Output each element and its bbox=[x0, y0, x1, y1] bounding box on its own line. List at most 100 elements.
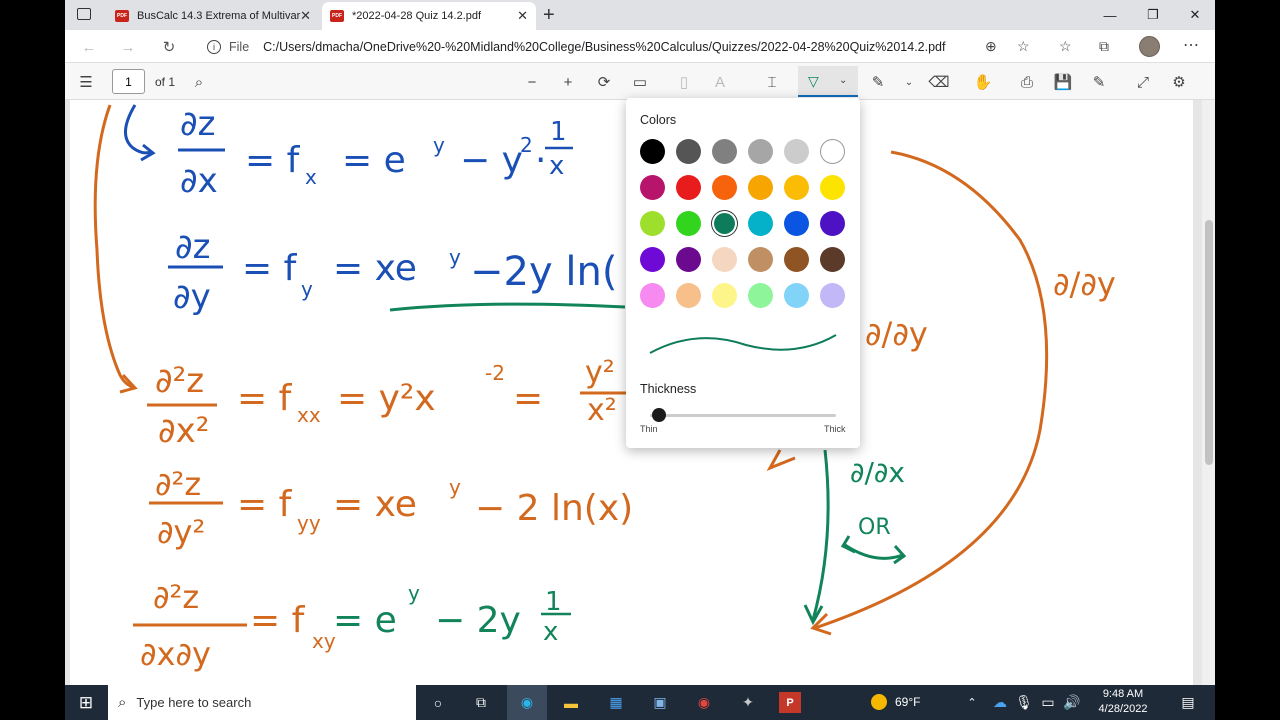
thickness-slider[interactable] bbox=[650, 414, 836, 417]
file-explorer-icon[interactable]: ▬ bbox=[560, 692, 582, 713]
tab-buscalc[interactable]: PDF BusCalc 14.3 Extrema of Multivar ✕ bbox=[107, 2, 319, 30]
file-label: File bbox=[229, 39, 250, 54]
scrollbar-thumb[interactable] bbox=[1205, 220, 1213, 465]
cortana-icon[interactable]: ○ bbox=[427, 692, 449, 713]
fit-page-icon[interactable]: ▭ bbox=[630, 72, 650, 92]
math-text: y bbox=[449, 245, 461, 269]
onedrive-icon[interactable]: ☁ bbox=[989, 692, 1011, 713]
favorites-icon[interactable]: ☆ bbox=[1059, 38, 1072, 55]
math-text: ∂x² bbox=[158, 411, 209, 451]
color-swatch[interactable] bbox=[676, 247, 701, 272]
minimize-icon[interactable]: — bbox=[1093, 4, 1127, 26]
taskbar-search[interactable]: ⌕ Type here to search bbox=[108, 685, 416, 720]
page-number-input[interactable]: 1 bbox=[112, 69, 145, 94]
touch-icon[interactable]: ✋ bbox=[973, 72, 993, 92]
color-swatch[interactable] bbox=[820, 211, 845, 236]
store-icon[interactable]: ▦ bbox=[605, 692, 627, 713]
zoom-out-icon[interactable]: − bbox=[522, 72, 542, 92]
clock[interactable]: 9:48 AM 4/28/2022 bbox=[1093, 687, 1153, 717]
color-swatch[interactable] bbox=[748, 247, 773, 272]
color-swatch[interactable] bbox=[784, 247, 809, 272]
tab-quiz[interactable]: PDF *2022-04-28 Quiz 14.2.pdf ✕ bbox=[322, 2, 536, 30]
app-icon[interactable]: ▣ bbox=[649, 692, 671, 713]
color-swatch[interactable] bbox=[676, 283, 701, 308]
weather[interactable]: 69°F bbox=[871, 694, 920, 710]
back-icon[interactable]: ← bbox=[78, 36, 100, 58]
tab-actions-icon[interactable] bbox=[77, 8, 91, 20]
highlighter-icon[interactable]: ▽ bbox=[808, 73, 819, 90]
search-icon[interactable]: ⌕ bbox=[189, 72, 209, 92]
color-swatch[interactable] bbox=[820, 247, 845, 272]
pdf-icon: PDF bbox=[330, 10, 344, 22]
fullscreen-icon[interactable]: ⤢ bbox=[1133, 72, 1153, 92]
read-aloud-icon[interactable]: A bbox=[710, 72, 730, 92]
info-icon[interactable]: i bbox=[207, 39, 221, 54]
save-icon[interactable]: 💾 bbox=[1053, 72, 1073, 92]
eraser-icon[interactable]: ⌫ bbox=[928, 72, 949, 92]
thickness-slider-knob[interactable] bbox=[652, 408, 667, 422]
settings-icon[interactable]: ⚙ bbox=[1169, 72, 1189, 92]
math-text: x bbox=[543, 617, 558, 647]
task-view-icon[interactable]: ⧉ bbox=[470, 692, 492, 713]
color-swatch[interactable] bbox=[640, 247, 665, 272]
restore-icon[interactable]: ❐ bbox=[1136, 4, 1170, 26]
print-icon[interactable]: ⎙ bbox=[1017, 72, 1037, 92]
highlight-tool[interactable]: ▽ ⌄ bbox=[798, 66, 858, 97]
mic-icon[interactable]: 🎙 bbox=[1013, 692, 1035, 713]
draw-icon[interactable]: ✎ bbox=[868, 72, 888, 92]
forward-icon[interactable]: → bbox=[117, 36, 139, 58]
color-swatch[interactable] bbox=[820, 139, 845, 164]
text-box-icon[interactable]: ⌶ bbox=[762, 72, 782, 92]
color-swatch[interactable] bbox=[784, 211, 809, 236]
zoom-icon[interactable]: ⊕ bbox=[985, 38, 997, 55]
page-view-icon[interactable]: ▯ bbox=[674, 72, 694, 92]
color-swatch[interactable] bbox=[784, 139, 809, 164]
color-swatch[interactable] bbox=[748, 211, 773, 236]
edge-icon[interactable]: ◉ bbox=[507, 685, 547, 720]
avatar[interactable] bbox=[1139, 36, 1160, 57]
scrollbar[interactable] bbox=[1202, 100, 1215, 685]
color-swatch[interactable] bbox=[820, 175, 845, 200]
color-swatch[interactable] bbox=[784, 283, 809, 308]
chevron-down-icon[interactable]: ⌄ bbox=[839, 75, 847, 86]
chevron-down-icon[interactable]: ⌄ bbox=[899, 72, 919, 92]
zoom-in-icon[interactable]: + bbox=[558, 72, 578, 92]
color-swatch[interactable] bbox=[784, 175, 809, 200]
color-swatch[interactable] bbox=[640, 283, 665, 308]
color-swatch[interactable] bbox=[712, 211, 737, 236]
close-window-icon[interactable]: ✕ bbox=[1178, 4, 1212, 26]
color-swatch[interactable] bbox=[712, 283, 737, 308]
color-swatch[interactable] bbox=[748, 175, 773, 200]
rotate-icon[interactable]: ⟳ bbox=[594, 72, 614, 92]
color-swatch[interactable] bbox=[820, 283, 845, 308]
color-swatch[interactable] bbox=[712, 139, 737, 164]
close-tab-icon[interactable]: ✕ bbox=[300, 8, 311, 24]
color-swatch[interactable] bbox=[748, 283, 773, 308]
color-swatch[interactable] bbox=[676, 175, 701, 200]
start-icon[interactable]: ⊞ bbox=[75, 692, 97, 713]
new-tab-button[interactable]: + bbox=[543, 4, 555, 27]
color-swatch[interactable] bbox=[712, 247, 737, 272]
color-swatch[interactable] bbox=[712, 175, 737, 200]
contents-icon[interactable]: ☰ bbox=[76, 72, 96, 92]
close-tab-icon[interactable]: ✕ bbox=[517, 8, 528, 24]
color-swatch[interactable] bbox=[748, 139, 773, 164]
color-swatch[interactable] bbox=[640, 175, 665, 200]
color-swatch[interactable] bbox=[676, 211, 701, 236]
collections-icon[interactable]: ⧉ bbox=[1099, 38, 1109, 55]
app-icon[interactable]: ✦ bbox=[737, 692, 759, 713]
more-icon[interactable]: ⋯ bbox=[1183, 35, 1199, 55]
powerpoint-icon[interactable]: P bbox=[779, 692, 801, 713]
volume-icon[interactable]: 🔊 bbox=[1061, 692, 1083, 713]
color-swatch[interactable] bbox=[676, 139, 701, 164]
color-swatch[interactable] bbox=[640, 139, 665, 164]
notifications-icon[interactable]: ▤ bbox=[1177, 692, 1199, 713]
network-icon[interactable]: ▭ bbox=[1037, 692, 1059, 713]
math-text: = f bbox=[245, 140, 301, 181]
chevron-up-icon[interactable]: ⌃ bbox=[961, 692, 983, 713]
chrome-icon[interactable]: ◉ bbox=[693, 692, 715, 713]
add-favorite-icon[interactable]: ☆ bbox=[1017, 38, 1030, 55]
color-swatch[interactable] bbox=[640, 211, 665, 236]
refresh-icon[interactable]: ↻ bbox=[158, 36, 180, 58]
save-as-icon[interactable]: ✎ bbox=[1089, 72, 1109, 92]
